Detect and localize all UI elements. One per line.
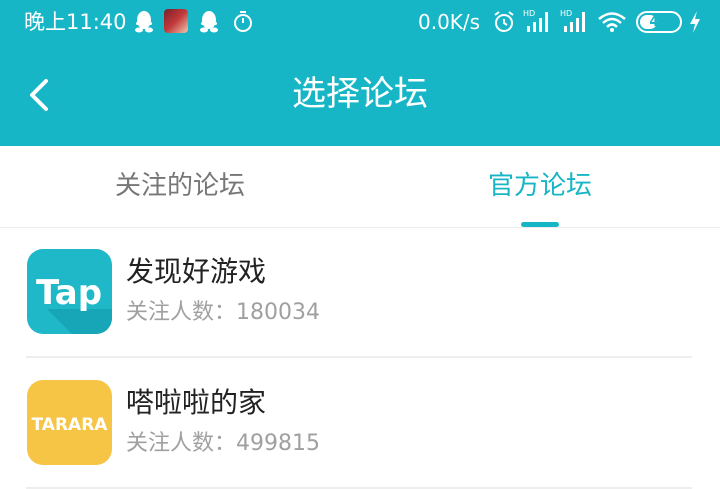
forum-item[interactable]: Tap 发现好游戏 关注人数：180034	[0, 228, 720, 359]
alarm-icon	[494, 11, 514, 32]
page-title: 选择论坛	[292, 74, 428, 114]
charging-icon	[690, 11, 700, 33]
game-avatar-icon	[164, 9, 188, 33]
network-speed: 0.0K/s	[418, 10, 481, 34]
wifi-icon	[598, 12, 626, 32]
forum-followers: 关注人数：180034	[126, 300, 320, 325]
tap-logo-text: Tap	[36, 273, 102, 313]
tap-logo-icon: Tap	[27, 249, 112, 334]
forum-name: 嗒啦啦的家	[126, 386, 267, 419]
qq-icon	[200, 11, 218, 33]
app-header: 晚上11:40 0.0K/s HD HD 46 选择论坛	[0, 0, 720, 146]
forum-tabs: 关注的论坛 官方论坛	[0, 146, 720, 228]
tab-followed-forums[interactable]: 关注的论坛	[40, 146, 320, 228]
status-bar: 晚上11:40 0.0K/s HD HD 46	[0, 0, 720, 44]
battery-level: 46	[649, 14, 669, 30]
divider	[26, 356, 692, 358]
svg-text:HD: HD	[523, 9, 535, 18]
timer-icon	[234, 11, 252, 32]
active-tab-indicator	[521, 222, 559, 227]
tarara-logo-icon: TARARA	[27, 380, 112, 465]
tab-official-forums[interactable]: 官方论坛	[400, 146, 680, 228]
forum-followers: 关注人数：499815	[126, 431, 320, 456]
qq-icon	[135, 11, 153, 33]
signal-icon: HD	[560, 9, 585, 32]
forum-name: 发现好游戏	[126, 255, 267, 288]
forum-item[interactable]: TARARA 嗒啦啦的家 关注人数：499815	[0, 359, 720, 489]
status-time: 晚上11:40	[24, 10, 127, 34]
signal-icon: HD	[523, 9, 548, 32]
tarara-logo-text: TARARA	[32, 415, 109, 435]
svg-text:HD: HD	[560, 9, 572, 18]
battery-icon: 46	[636, 11, 682, 33]
